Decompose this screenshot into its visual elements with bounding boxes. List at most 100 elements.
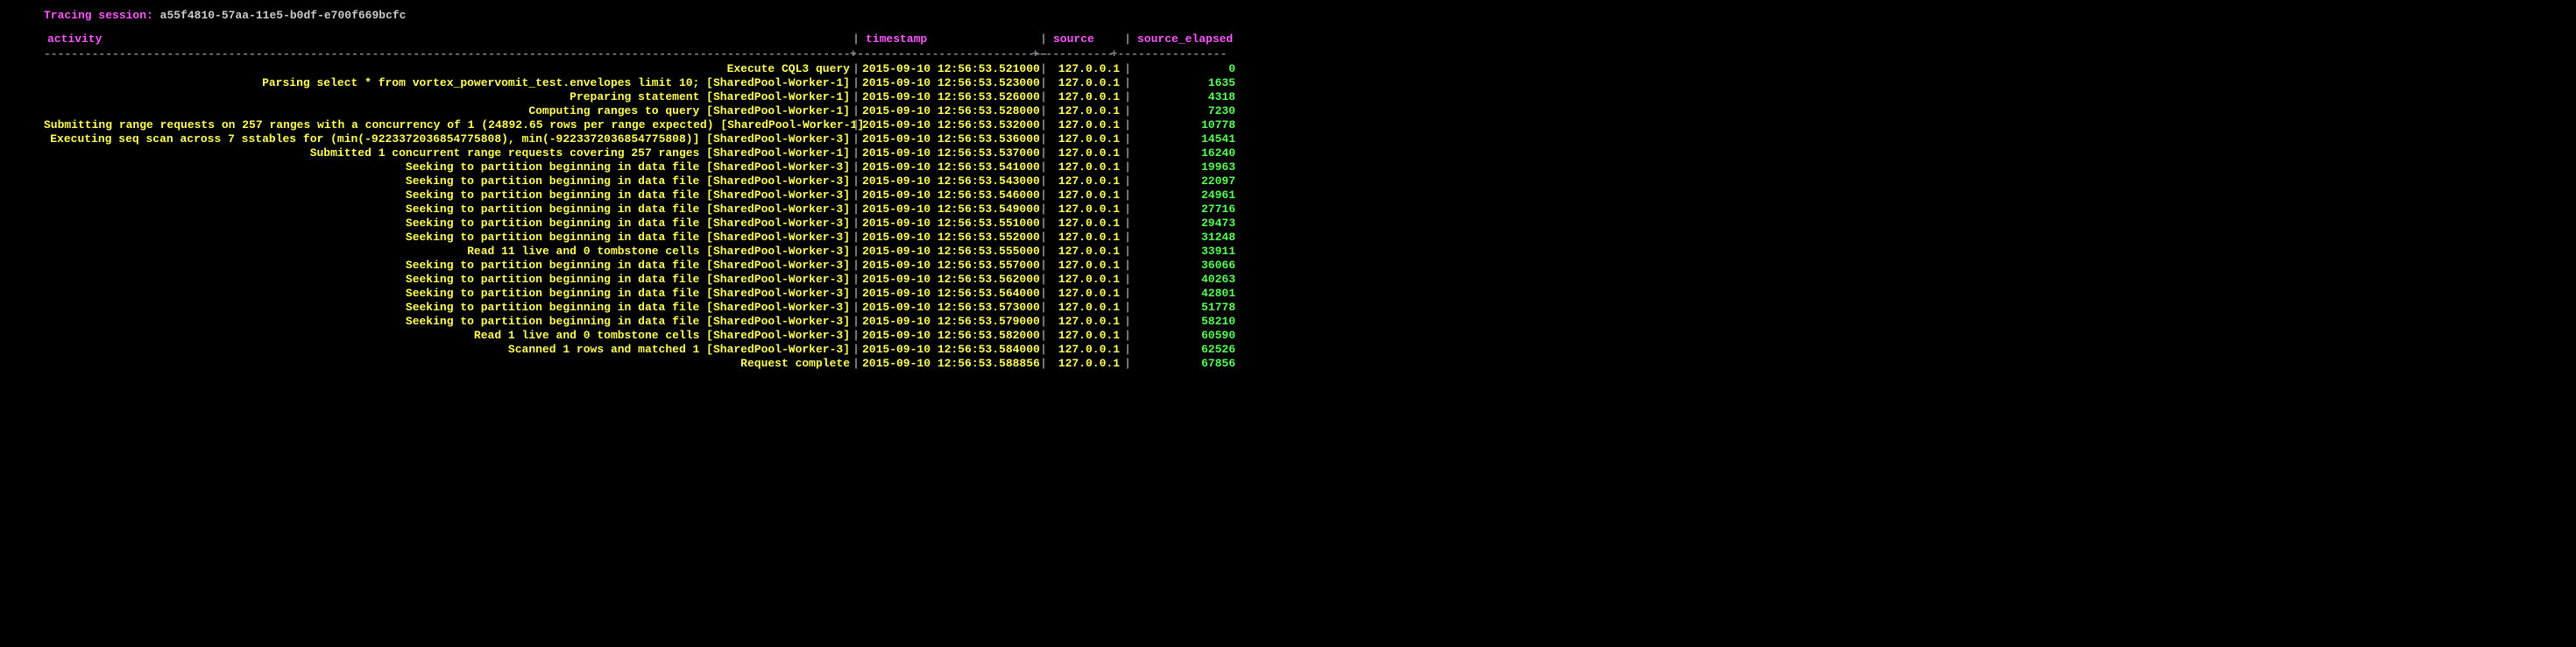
column-separator: | [1122, 203, 1134, 216]
column-separator: | [1122, 357, 1134, 370]
table-row: Seeking to partition beginning in data f… [44, 287, 2532, 300]
cell-elapsed: 51778 [1134, 301, 1239, 314]
column-separator: | [1122, 118, 1134, 132]
cell-activity: Seeking to partition beginning in data f… [44, 203, 850, 216]
column-separator: | [1037, 343, 1050, 356]
cell-source: 127.0.0.1 [1050, 90, 1122, 103]
table-row: Seeking to partition beginning in data f… [44, 259, 2532, 272]
cell-activity: Seeking to partition beginning in data f… [44, 217, 850, 230]
column-separator: | [1122, 217, 1134, 230]
cell-source: 127.0.0.1 [1050, 315, 1122, 328]
cell-activity: Computing ranges to query [SharedPool-Wo… [44, 104, 850, 117]
cell-timestamp: 2015-09-10 12:56:53.555000 [862, 245, 1037, 258]
column-separator: | [850, 259, 862, 272]
divider-elapsed: ---------------- [1117, 47, 1222, 60]
column-separator: | [1037, 118, 1050, 132]
column-separator: | [850, 231, 862, 244]
column-separator: | [1122, 231, 1134, 244]
cell-source: 127.0.0.1 [1050, 188, 1122, 202]
column-separator: | [850, 32, 862, 46]
column-separator: | [1037, 287, 1050, 300]
column-separator: | [1122, 32, 1134, 46]
table-body: Execute CQL3 query|2015-09-10 12:56:53.5… [44, 62, 2532, 370]
column-separator: | [850, 160, 862, 174]
cell-activity: Seeking to partition beginning in data f… [44, 287, 850, 300]
column-separator: | [1122, 287, 1134, 300]
column-separator: | [1037, 32, 1050, 46]
column-separator: | [850, 245, 862, 258]
cell-source: 127.0.0.1 [1050, 217, 1122, 230]
table-row: Submitted 1 concurrent range requests co… [44, 146, 2532, 160]
cell-source: 127.0.0.1 [1050, 259, 1122, 272]
cell-timestamp: 2015-09-10 12:56:53.532000 [862, 118, 1037, 132]
cell-activity: Scanned 1 rows and matched 1 [SharedPool… [44, 343, 850, 356]
cell-timestamp: 2015-09-10 12:56:53.528000 [862, 104, 1037, 117]
column-separator: | [850, 76, 862, 89]
column-separator: | [1037, 315, 1050, 328]
header-activity: activity [44, 32, 850, 46]
cell-timestamp: 2015-09-10 12:56:53.584000 [862, 343, 1037, 356]
column-separator: | [850, 174, 862, 188]
table-row: Seeking to partition beginning in data f… [44, 273, 2532, 286]
cell-timestamp: 2015-09-10 12:56:53.562000 [862, 273, 1037, 286]
table-row: Read 11 live and 0 tombstone cells [Shar… [44, 245, 2532, 258]
cell-elapsed: 33911 [1134, 245, 1239, 258]
column-separator: | [1122, 343, 1134, 356]
column-separator: | [1122, 62, 1134, 75]
column-separator: | [1037, 146, 1050, 160]
cell-elapsed: 1635 [1134, 76, 1239, 89]
cell-elapsed: 62526 [1134, 343, 1239, 356]
table-row: Parsing select * from vortex_powervomit_… [44, 76, 2532, 89]
cell-elapsed: 10778 [1134, 118, 1239, 132]
cell-source: 127.0.0.1 [1050, 343, 1122, 356]
column-separator: | [1037, 231, 1050, 244]
cell-activity: Seeking to partition beginning in data f… [44, 188, 850, 202]
column-separator: | [850, 273, 862, 286]
column-separator: | [1037, 217, 1050, 230]
table-row: Seeking to partition beginning in data f… [44, 160, 2532, 174]
column-separator: | [1037, 245, 1050, 258]
column-separator: | [1037, 104, 1050, 117]
cell-elapsed: 40263 [1134, 273, 1239, 286]
table-row: Seeking to partition beginning in data f… [44, 301, 2532, 314]
column-separator: | [850, 287, 862, 300]
column-separator: | [850, 203, 862, 216]
column-separator: | [1037, 132, 1050, 146]
cell-timestamp: 2015-09-10 12:56:53.588856 [862, 357, 1037, 370]
cell-timestamp: 2015-09-10 12:56:53.521000 [862, 62, 1037, 75]
cell-source: 127.0.0.1 [1050, 118, 1122, 132]
cell-timestamp: 2015-09-10 12:56:53.523000 [862, 76, 1037, 89]
column-separator: | [850, 90, 862, 103]
cell-source: 127.0.0.1 [1050, 329, 1122, 342]
table-row: Seeking to partition beginning in data f… [44, 231, 2532, 244]
cell-activity: Seeking to partition beginning in data f… [44, 160, 850, 174]
column-separator: | [1037, 76, 1050, 89]
column-separator: | [850, 301, 862, 314]
cell-activity: Request complete [44, 357, 850, 370]
session-label: Tracing session: [44, 9, 153, 22]
column-separator: | [1037, 188, 1050, 202]
column-separator: | [1122, 259, 1134, 272]
cell-elapsed: 7230 [1134, 104, 1239, 117]
column-separator: | [1037, 160, 1050, 174]
cell-source: 127.0.0.1 [1050, 231, 1122, 244]
table-row: Submitting range requests on 257 ranges … [44, 118, 2532, 132]
cell-activity: Submitting range requests on 257 ranges … [44, 118, 850, 132]
cell-source: 127.0.0.1 [1050, 273, 1122, 286]
cell-activity: Executing seq scan across 7 sstables for… [44, 132, 850, 146]
cell-source: 127.0.0.1 [1050, 76, 1122, 89]
column-separator: | [1037, 301, 1050, 314]
cell-source: 127.0.0.1 [1050, 174, 1122, 188]
table-row: Read 1 live and 0 tombstone cells [Share… [44, 329, 2532, 342]
session-id: a55f4810-57aa-11e5-b0df-e700f669bcfc [160, 9, 407, 22]
cell-activity: Parsing select * from vortex_powervomit_… [44, 76, 850, 89]
column-separator: | [850, 217, 862, 230]
column-separator: | [1122, 90, 1134, 103]
table-row: Seeking to partition beginning in data f… [44, 188, 2532, 202]
column-separator: | [1122, 329, 1134, 342]
column-separator: | [1037, 273, 1050, 286]
cell-activity: Read 11 live and 0 tombstone cells [Shar… [44, 245, 850, 258]
cell-source: 127.0.0.1 [1050, 301, 1122, 314]
cell-timestamp: 2015-09-10 12:56:53.536000 [862, 132, 1037, 146]
column-separator: | [850, 357, 862, 370]
